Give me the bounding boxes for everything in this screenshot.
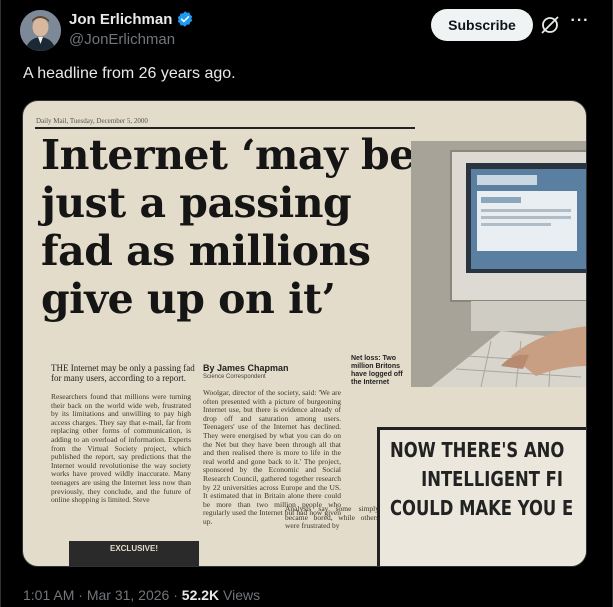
headline-line: fad as millions (41, 227, 371, 275)
post-time[interactable]: 1:01 AM (23, 587, 74, 603)
headline-line: just a passing (41, 179, 352, 227)
grok-icon[interactable] (539, 14, 561, 36)
tweet-post: Jon Erlichman @JonErlichman Subscribe ··… (0, 0, 613, 607)
verified-badge-icon (178, 11, 193, 27)
post-date[interactable]: Mar 31, 2026 (87, 587, 170, 603)
article-column: Researchers found that millions were tur… (51, 393, 191, 505)
advertisement-box: NOW THERE'S ANO INTELLIGENT FI COULD MAK… (377, 427, 586, 566)
article-lede: THE Internet may be only a passing fad f… (51, 363, 195, 383)
byline-author: By James Chapman (203, 363, 289, 373)
tweet-meta: 1:01 AM · Mar 31, 2026 · 52.2K Views (23, 587, 260, 603)
display-name[interactable]: Jon Erlichman (69, 11, 172, 28)
views-label: Views (223, 587, 261, 603)
avatar[interactable] (20, 10, 61, 51)
author-name-row[interactable]: Jon Erlichman (69, 10, 194, 28)
computer-photo (411, 141, 586, 387)
article-column: Analysts say some simply became bored, w… (285, 505, 379, 531)
newspaper-headline: Internet ‘may be just a passing fad as m… (41, 131, 421, 323)
more-icon[interactable]: ··· (569, 13, 591, 36)
avatar-image (20, 10, 61, 51)
computer-illustration (411, 141, 586, 387)
subscribe-button[interactable]: Subscribe (431, 9, 533, 41)
ad-line: INTELLIGENT FI (421, 467, 563, 491)
author-handle[interactable]: @JonErlichman (69, 31, 175, 48)
ad-line: NOW THERE'S ANO (390, 438, 565, 462)
meta-separator: · (78, 587, 83, 603)
ad-line: COULD MAKE YOU E (390, 496, 574, 520)
tweet-text: A headline from 26 years ago. (23, 65, 236, 82)
byline-role: Science Correspondent (203, 374, 266, 380)
photo-caption: Net loss: Two million Britons have logge… (351, 355, 403, 386)
headline-line: Internet ‘may be (41, 131, 415, 179)
newspaper-masthead: Daily Mail, Tuesday, December 5, 2000 (36, 117, 148, 125)
views-count: 52.2K (181, 587, 220, 603)
meta-separator: · (173, 587, 178, 603)
tweet-image[interactable]: Daily Mail, Tuesday, December 5, 2000 In… (22, 100, 587, 567)
newspaper-rule (35, 127, 415, 129)
headline-line: give up on it’ (41, 275, 336, 323)
exclusive-banner: EXCLUSIVE! (69, 541, 199, 566)
